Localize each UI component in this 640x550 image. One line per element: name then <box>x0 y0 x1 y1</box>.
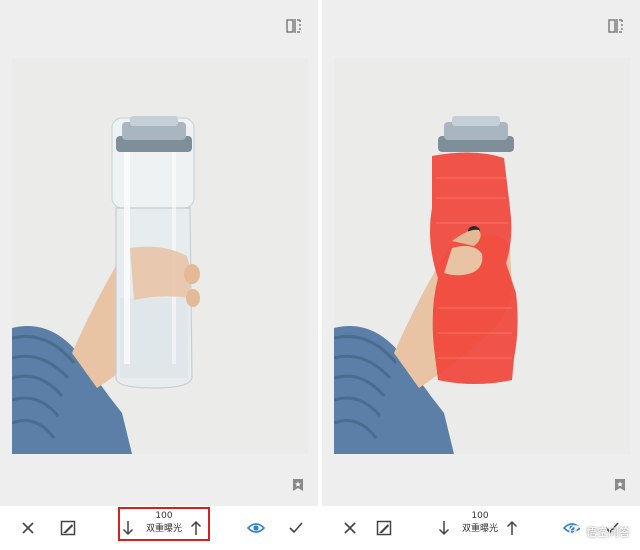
highlight-box <box>118 507 210 541</box>
mask-brush-icon <box>376 520 392 536</box>
close-icon <box>22 522 34 534</box>
photo-image <box>12 58 308 454</box>
increase-button[interactable] <box>502 506 522 550</box>
eye-icon <box>247 523 265 533</box>
right-editor-panel: 100 双重曝光 <box>322 0 640 550</box>
bookmark-star-icon[interactable] <box>614 478 626 492</box>
photo-image <box>334 58 630 454</box>
mask-brush-button[interactable] <box>372 506 396 550</box>
watermark: 悟空问答 <box>569 524 630 540</box>
mask-brush-icon <box>60 520 76 536</box>
mask-brush-button[interactable] <box>56 506 80 550</box>
compare-icon[interactable] <box>608 18 624 34</box>
arrow-up-icon <box>506 520 518 535</box>
watermark-text: 悟空问答 <box>586 526 630 539</box>
bookmark-star-icon[interactable] <box>292 478 304 492</box>
compare-icon[interactable] <box>286 18 302 34</box>
wukong-logo-icon <box>569 525 583 539</box>
close-button[interactable] <box>16 506 40 550</box>
close-button[interactable] <box>338 506 362 550</box>
photo-canvas-masked[interactable] <box>334 58 630 454</box>
check-icon <box>289 522 303 534</box>
apply-button[interactable] <box>284 506 308 550</box>
photo-canvas[interactable] <box>12 58 308 454</box>
close-icon <box>344 522 356 534</box>
left-editor-panel: 100 双重曝光 <box>0 0 318 550</box>
view-mask-button[interactable] <box>244 506 268 550</box>
